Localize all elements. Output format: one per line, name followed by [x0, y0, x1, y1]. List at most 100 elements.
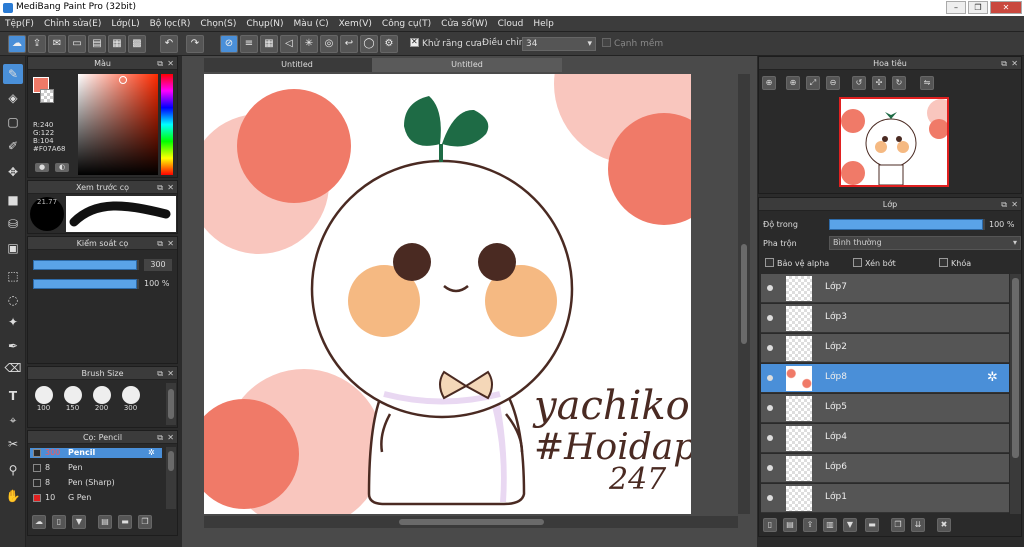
zoom-in-icon[interactable]: ⊕: [786, 76, 800, 90]
menu-cloud[interactable]: Cloud: [493, 16, 529, 32]
eye-icon[interactable]: [767, 315, 773, 321]
eye-icon[interactable]: [767, 285, 773, 291]
magic-wand-tool-icon[interactable]: ✦: [3, 312, 23, 332]
menu-tools[interactable]: Công cụ(T): [377, 16, 436, 32]
rotate-right-icon[interactable]: ↻: [892, 76, 906, 90]
eye-icon[interactable]: [767, 375, 773, 381]
scroll-thumb[interactable]: [168, 451, 174, 471]
snap-off-icon[interactable]: ⊘: [220, 35, 238, 53]
brush-tool-icon[interactable]: ✎: [3, 64, 23, 84]
grid-icon[interactable]: ▩: [128, 35, 146, 53]
parallel-snap-icon[interactable]: ≡: [240, 35, 258, 53]
picker-cursor[interactable]: [119, 76, 127, 84]
undock-icon[interactable]: ⧉: [157, 237, 163, 250]
menu-help[interactable]: Help: [528, 16, 559, 32]
antialias-checkbox[interactable]: [410, 37, 419, 47]
add-color-button[interactable]: ●: [35, 163, 49, 172]
settings-icon[interactable]: ⚙: [380, 35, 398, 53]
add-material-icon[interactable]: ⇪: [803, 518, 817, 532]
undock-icon[interactable]: ⧉: [157, 57, 163, 70]
minimize-button[interactable]: –: [946, 1, 966, 14]
flip-icon[interactable]: ⇋: [920, 76, 934, 90]
brush-size-preset-3[interactable]: 200: [88, 383, 115, 423]
menu-filter[interactable]: Bộ lọc(R): [145, 16, 196, 32]
undock-icon[interactable]: ⧉: [157, 367, 163, 380]
clipping-toggle[interactable]: Xén bớt: [853, 258, 896, 268]
layer-row-lop8[interactable]: Lớp8 ✲: [761, 364, 1009, 393]
reset-view-icon[interactable]: ✣: [872, 76, 886, 90]
move-tool-icon[interactable]: ✥: [3, 162, 23, 182]
zoom-in-icon[interactable]: ⊕: [762, 76, 776, 90]
correction-select[interactable]: 34 ▾: [522, 37, 596, 51]
new-layer-icon[interactable]: ▯: [763, 518, 777, 532]
scroll-thumb[interactable]: [1012, 278, 1019, 458]
cloud-brush-icon[interactable]: ☁: [32, 515, 46, 529]
menu-view[interactable]: Xem(V): [334, 16, 377, 32]
trash-icon[interactable]: ✖: [937, 518, 951, 532]
document-icon[interactable]: ▤: [88, 35, 106, 53]
folder-icon[interactable]: ▬: [118, 515, 132, 529]
menu-file[interactable]: Tệp(F): [0, 16, 39, 32]
folder-icon[interactable]: ▬: [865, 518, 879, 532]
layer-row-lop2[interactable]: Lớp2: [761, 334, 1009, 363]
hue-slider[interactable]: [161, 74, 173, 175]
brush-item-pen-sharp[interactable]: 8 Pen (Sharp): [30, 478, 162, 488]
vanish-snap-icon[interactable]: ◁: [280, 35, 298, 53]
fill-shape-tool-icon[interactable]: ■: [3, 190, 23, 210]
menu-snap[interactable]: Chụp(N): [241, 16, 288, 32]
canvas-horizontal-scrollbar[interactable]: [204, 516, 738, 528]
clipping-checkbox[interactable]: [853, 258, 862, 267]
layer-row-lop4[interactable]: Lớp4: [761, 424, 1009, 453]
layer-list-scrollbar[interactable]: [1010, 274, 1021, 514]
lasso-tool-icon[interactable]: ◌: [3, 290, 23, 310]
antialias-toggle[interactable]: Khử răng cưa: [410, 37, 482, 49]
eye-icon[interactable]: [767, 435, 773, 441]
navigator-preview[interactable]: [839, 97, 949, 187]
secondary-color-swatch[interactable]: [40, 89, 54, 103]
undo-icon[interactable]: ↶: [160, 35, 178, 53]
comment-icon[interactable]: ✉: [48, 35, 66, 53]
scroll-thumb[interactable]: [399, 519, 544, 525]
eye-icon[interactable]: [767, 465, 773, 471]
lock-toggle[interactable]: Khóa: [939, 258, 971, 268]
brush-size-value[interactable]: 300: [144, 259, 172, 271]
gear-icon[interactable]: ✲: [148, 448, 155, 457]
fit-icon[interactable]: ⤢: [806, 76, 820, 90]
menu-edit[interactable]: Chỉnh sửa(E): [39, 16, 106, 32]
gear-icon[interactable]: ✲: [987, 370, 998, 385]
brush-size-slider[interactable]: [33, 260, 139, 270]
export-icon[interactable]: ⇪: [28, 35, 46, 53]
brush-size-scrollbar[interactable]: [166, 383, 176, 425]
cross-snap-icon[interactable]: ▦: [260, 35, 278, 53]
page-icon[interactable]: ▭: [68, 35, 86, 53]
drawing-canvas[interactable]: yachiko #Hoidap 247: [204, 74, 691, 514]
brush-item-pen[interactable]: 8 Pen: [30, 463, 162, 473]
brush-item-pencil[interactable]: 300 Pencil ✲: [30, 448, 162, 458]
menu-window[interactable]: Cửa sổ(W): [436, 16, 492, 32]
close-icon[interactable]: ✕: [167, 237, 174, 250]
eye-icon[interactable]: [767, 345, 773, 351]
text-tool-icon[interactable]: T: [3, 386, 23, 406]
close-icon[interactable]: ✕: [167, 367, 174, 380]
divide-tool-icon[interactable]: ✂: [3, 434, 23, 454]
eye-icon[interactable]: [767, 405, 773, 411]
duplicate-layer-icon[interactable]: ❐: [891, 518, 905, 532]
curve-snap-icon[interactable]: ↩: [340, 35, 358, 53]
color-mode-button[interactable]: ◐: [55, 163, 69, 172]
add-layer-menu-icon[interactable]: ▼: [843, 518, 857, 532]
menu-layer[interactable]: Lớp(L): [106, 16, 144, 32]
protect-alpha-toggle[interactable]: Bảo vệ alpha: [765, 258, 829, 268]
new-8bit-layer-icon[interactable]: ▥: [823, 518, 837, 532]
dot-tool-icon[interactable]: ▢: [3, 112, 23, 132]
brush-item-g-pen[interactable]: 10 G Pen: [30, 493, 162, 503]
cloud-icon[interactable]: ☁: [8, 35, 26, 53]
eye-icon[interactable]: [767, 495, 773, 501]
copy-brush-icon[interactable]: ▤: [98, 515, 112, 529]
maximize-button[interactable]: ❐: [968, 1, 988, 14]
scroll-thumb[interactable]: [741, 244, 747, 344]
brush-size-preset-1[interactable]: 100: [30, 383, 57, 423]
layer-row-lop3[interactable]: Lớp3: [761, 304, 1009, 333]
layer-row-lop5[interactable]: Lớp5: [761, 394, 1009, 423]
undock-icon[interactable]: ⧉: [1001, 57, 1007, 70]
hand-tool-icon[interactable]: ✋: [3, 486, 23, 506]
